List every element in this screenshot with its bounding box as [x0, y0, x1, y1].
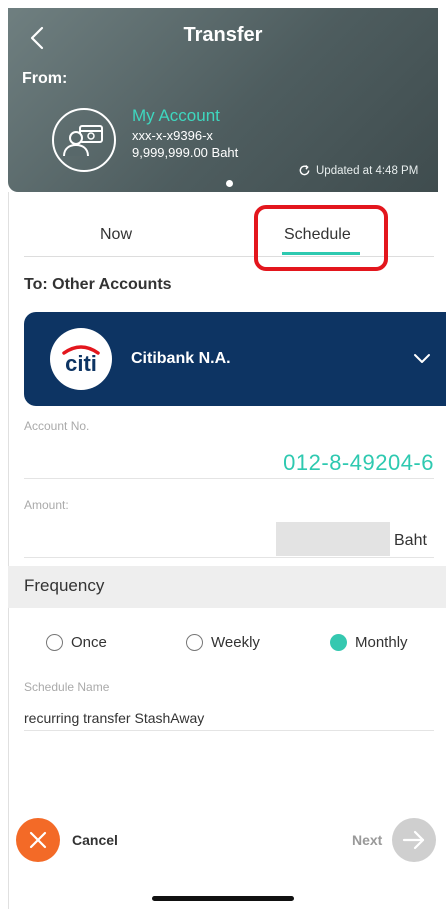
refresh-icon: [299, 164, 310, 176]
cancel-button[interactable]: Cancel: [16, 818, 118, 862]
updated-status[interactable]: Updated at 4:48 PM: [298, 164, 418, 177]
arrow-right-icon: [403, 830, 425, 850]
radio-weekly-label: Weekly: [211, 634, 260, 651]
amount-input[interactable]: [276, 522, 390, 556]
radio-weekly[interactable]: Weekly: [186, 634, 260, 651]
account-number: xxx-x-x9396-x: [132, 128, 213, 143]
radio-weekly-circle: [186, 634, 203, 651]
account-no-value[interactable]: 012-8-49204-6: [24, 450, 434, 476]
page-indicator-dot: [226, 180, 233, 187]
radio-once-circle: [46, 634, 63, 651]
radio-monthly-label: Monthly: [355, 634, 408, 651]
bank-dropdown[interactable]: [412, 348, 432, 368]
updated-text: Updated at 4:48 PM: [316, 164, 419, 177]
amount-unit: Baht: [394, 532, 427, 549]
citi-logo-icon: citi: [62, 345, 100, 376]
next-button[interactable]: Next: [352, 818, 437, 862]
citibank-logo: citi: [50, 328, 112, 390]
header-panel: Transfer From: My Account xxx-x-x9396-x …: [8, 8, 438, 192]
account-balance: 9,999,999.00 Baht: [132, 145, 239, 160]
account-no-underline: [24, 478, 434, 479]
schedule-tab-highlight: [254, 205, 388, 271]
citi-logo-text: citi: [65, 351, 97, 376]
bank-selector[interactable]: citi Citibank N.A.: [24, 312, 446, 406]
radio-monthly[interactable]: Monthly: [330, 634, 408, 651]
close-icon: [29, 831, 47, 849]
radio-once-label: Once: [71, 634, 107, 651]
tab-now[interactable]: Now: [100, 226, 132, 244]
chevron-down-icon: [414, 354, 430, 363]
bank-name: Citibank N.A.: [131, 350, 231, 367]
account-no-label: Account No.: [24, 419, 90, 433]
account-card-icon: [52, 108, 116, 172]
frequency-label: Frequency: [24, 576, 105, 595]
amount-underline: [24, 557, 434, 558]
amount-label: Amount:: [24, 498, 69, 512]
to-label: To: Other Accounts: [24, 276, 172, 293]
next-circle: [392, 818, 437, 862]
content-left-border: [8, 192, 9, 909]
cancel-label: Cancel: [72, 832, 118, 848]
radio-monthly-circle: [330, 634, 347, 651]
from-label: From:: [22, 70, 68, 87]
cancel-circle: [16, 818, 60, 862]
home-indicator[interactable]: [152, 896, 294, 901]
user-card-icon: [63, 125, 103, 157]
schedule-name-input[interactable]: [24, 705, 434, 731]
radio-once[interactable]: Once: [46, 634, 107, 651]
account-name: My Account: [132, 106, 220, 125]
next-label: Next: [352, 832, 383, 848]
page-title: Transfer: [183, 24, 263, 46]
schedule-name-label: Schedule Name: [24, 680, 110, 694]
